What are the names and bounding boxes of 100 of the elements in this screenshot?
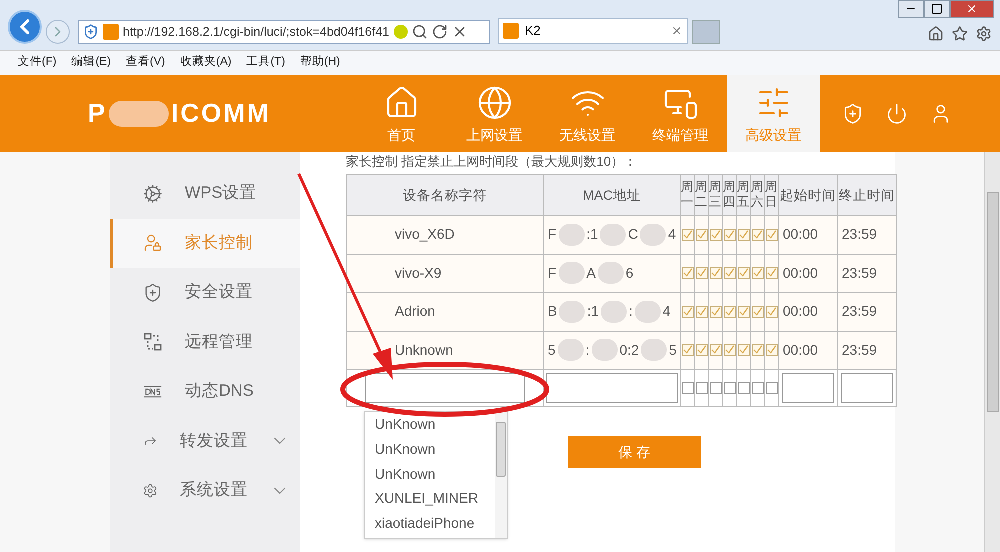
sidebar-item[interactable]: 安全设置	[110, 268, 300, 318]
mac-text: C	[628, 225, 638, 244]
suggestion-item[interactable]: XUNLEI_MINER	[375, 486, 495, 512]
maximize-icon	[931, 3, 943, 15]
menu-item[interactable]: 收藏夹(A)	[180, 54, 232, 72]
mac-text: :	[586, 340, 590, 360]
table-cell: 23:59	[838, 292, 896, 331]
remote-icon	[143, 332, 163, 352]
gear-icon	[143, 184, 163, 204]
day-checkbox[interactable]	[682, 344, 694, 356]
menu-item[interactable]: 编辑(E)	[72, 54, 112, 72]
power-icon[interactable]	[886, 102, 908, 124]
sidebar-item[interactable]: 系统设置	[110, 466, 300, 516]
column-header: 周四	[722, 174, 736, 216]
day-checkbox[interactable]	[710, 344, 722, 356]
day-checkbox[interactable]	[752, 382, 764, 394]
page-scrollbar[interactable]	[984, 152, 1000, 552]
table-cell: 00:00	[778, 292, 838, 331]
suggestion-item[interactable]: UnKnown	[375, 462, 495, 486]
day-checkbox[interactable]	[724, 267, 736, 280]
day-checkbox[interactable]	[724, 306, 736, 318]
sidebar-item[interactable]: 动态DNS	[110, 367, 300, 416]
globe-icon	[476, 85, 512, 121]
suggestion-item[interactable]: UnKnown	[375, 436, 495, 462]
site-icon	[503, 23, 519, 39]
day-checkbox[interactable]	[752, 306, 764, 318]
day-checkbox[interactable]	[738, 228, 750, 241]
day-checkbox[interactable]	[752, 267, 764, 280]
logo-text: P	[88, 97, 108, 130]
close-button[interactable]	[950, 0, 994, 18]
device-name-input[interactable]	[365, 373, 525, 403]
day-checkbox[interactable]	[710, 267, 722, 280]
back-button[interactable]	[8, 10, 42, 44]
day-checkbox[interactable]	[752, 228, 764, 241]
shield-icon[interactable]	[842, 102, 864, 124]
day-checkbox[interactable]	[738, 267, 750, 280]
menu-item[interactable]: 工具(T)	[246, 54, 286, 72]
day-checkbox[interactable]	[696, 267, 708, 280]
star-icon[interactable]	[952, 26, 968, 42]
intro-text: 家长控制 指定禁止上网时间段（最大规则数10）：	[346, 153, 638, 171]
address-bar[interactable]: http://192.168.2.1/cgi-bin/luci/;stok=4bd04f16f41	[78, 20, 490, 44]
home-icon[interactable]	[928, 26, 944, 42]
sidebar-item[interactable]: WPS设置	[110, 169, 300, 218]
day-checkbox[interactable]	[682, 306, 694, 318]
url-text: http://192.168.2.1/cgi-bin/luci/;stok=4bd04f16f41	[123, 24, 390, 41]
maximize-button[interactable]	[924, 0, 950, 18]
suggestion-item[interactable]: UnKnown	[375, 412, 495, 437]
day-checkbox[interactable]	[724, 228, 736, 241]
blur-patch	[559, 300, 586, 323]
mac-input[interactable]	[546, 373, 678, 403]
day-checkbox[interactable]	[724, 344, 736, 356]
mac-text: F	[548, 225, 557, 244]
day-checkbox[interactable]	[696, 382, 708, 394]
day-checkbox[interactable]	[738, 344, 750, 356]
scrollbar[interactable]	[495, 412, 507, 538]
blur-patch	[592, 339, 618, 362]
day-checkbox[interactable]	[682, 228, 694, 241]
day-checkbox[interactable]	[710, 228, 722, 241]
column-header: 周六	[750, 174, 764, 216]
new-tab-button[interactable]	[692, 20, 720, 44]
day-checkbox[interactable]	[738, 382, 750, 394]
browser-tab[interactable]: K2	[498, 18, 688, 44]
day-checkbox[interactable]	[766, 382, 778, 394]
day-checkbox[interactable]	[766, 228, 778, 241]
day-checkbox[interactable]	[696, 228, 708, 241]
start-time-input[interactable]	[782, 373, 834, 403]
day-checkbox[interactable]	[696, 306, 708, 318]
sidebar-item[interactable]: 转发设置	[110, 416, 300, 466]
forward-button[interactable]	[46, 20, 70, 44]
day-checkbox[interactable]	[696, 344, 708, 356]
day-checkbox[interactable]	[682, 382, 694, 394]
settings-icon[interactable]	[976, 26, 992, 42]
add-icon	[394, 25, 408, 39]
menu-item[interactable]: 查看(V)	[126, 54, 166, 72]
menu-item[interactable]: 帮助(H)	[300, 54, 340, 72]
blur-patch	[641, 339, 668, 362]
day-checkbox[interactable]	[682, 267, 694, 280]
day-checkbox[interactable]	[766, 267, 778, 280]
sidebar-item[interactable]: 远程管理	[110, 318, 300, 367]
day-checkbox[interactable]	[724, 382, 736, 394]
day-checkbox[interactable]	[766, 344, 778, 356]
tab-title: K2	[525, 22, 542, 40]
table-cell: 00:00	[778, 216, 838, 254]
mac-text: 4	[662, 302, 671, 322]
table-cell: Adrion	[346, 292, 544, 331]
day-checkbox[interactable]	[710, 382, 722, 394]
day-checkbox[interactable]	[752, 344, 764, 356]
blur-patch	[598, 262, 624, 284]
refresh-icon[interactable]	[432, 24, 448, 40]
blur-patch	[600, 224, 626, 246]
suggestion-item[interactable]: xiaotiadeiPhone	[375, 511, 495, 536]
blur-patch	[109, 100, 170, 126]
menu-item[interactable]: 文件(F)	[18, 54, 57, 72]
day-checkbox[interactable]	[710, 306, 722, 318]
blur-patch	[558, 262, 585, 284]
close-icon[interactable]	[671, 25, 683, 37]
end-time-input[interactable]	[841, 373, 893, 403]
day-checkbox[interactable]	[766, 306, 778, 318]
day-checkbox[interactable]	[738, 306, 750, 318]
table-cell: 00:00	[778, 331, 838, 370]
